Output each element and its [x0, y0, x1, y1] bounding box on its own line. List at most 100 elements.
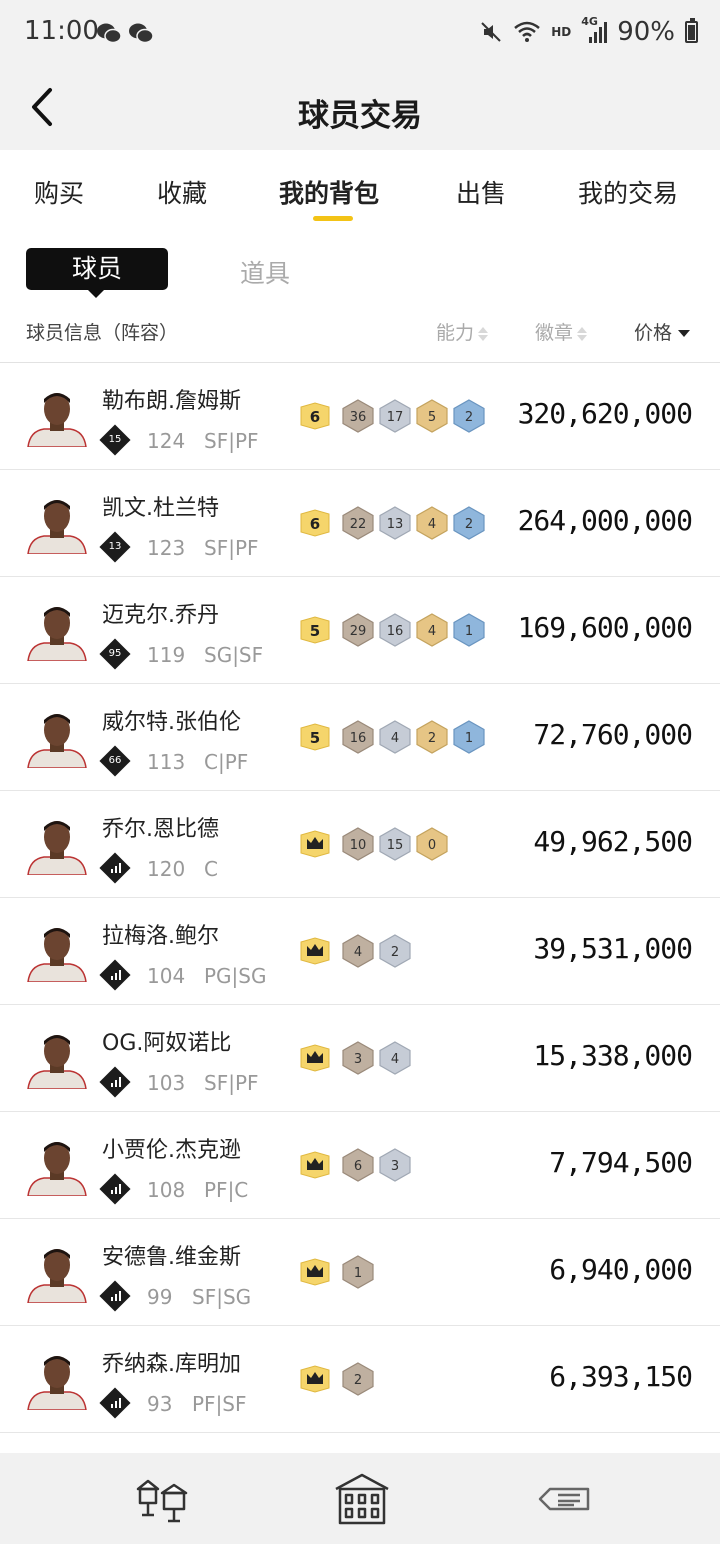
segment-items[interactable]: 道具: [190, 254, 340, 290]
svg-text:4: 4: [391, 731, 399, 746]
player-name: 勒布朗.詹姆斯: [102, 389, 241, 414]
column-badge-sort[interactable]: 徽章: [535, 318, 588, 345]
sort-icon: [478, 326, 489, 342]
player-name: 乔尔.恩比德: [102, 817, 219, 842]
player-rating: 123: [147, 536, 186, 560]
badge-count: 16: [342, 720, 374, 754]
status-bar: 11:00 HD 4G 90%: [0, 0, 720, 64]
wechat-icon: [129, 23, 154, 44]
signal-bars-icon: [111, 1077, 121, 1087]
player-position: SG|SF: [204, 643, 264, 667]
badge-count: 29: [342, 613, 374, 647]
column-badge-label: 徽章: [535, 322, 574, 344]
column-ability-sort[interactable]: 能力: [436, 318, 489, 345]
svg-text:3: 3: [391, 1159, 399, 1174]
building-icon[interactable]: [332, 1471, 392, 1527]
svg-text:17: 17: [387, 410, 404, 425]
badge-count: 4: [379, 1041, 411, 1075]
tab-my-trades[interactable]: 我的交易: [578, 174, 678, 210]
svg-text:10: 10: [350, 838, 367, 853]
player-rating: 124: [147, 429, 186, 453]
player-price: 49,962,500: [533, 825, 693, 858]
badge-count: 1: [453, 720, 485, 754]
svg-text:5: 5: [310, 729, 320, 747]
svg-text:22: 22: [350, 517, 367, 532]
svg-text:2: 2: [465, 410, 473, 425]
svg-text:4: 4: [354, 945, 362, 960]
svg-text:36: 36: [350, 410, 367, 425]
badge-count: 2: [379, 934, 411, 968]
segment-pointer: [87, 289, 105, 298]
player-position: SF|PF: [204, 1071, 259, 1095]
player-price: 72,760,000: [533, 718, 693, 751]
svg-text:6: 6: [354, 1159, 362, 1174]
svg-text:3: 3: [354, 1052, 362, 1067]
player-row[interactable]: 拉梅洛.鲍尔 104 PG|SG 4 2 39,531,000: [0, 898, 720, 1005]
crown-badge-icon: [300, 830, 330, 858]
badge-count: 36: [342, 399, 374, 433]
signal-bars-icon: [111, 970, 121, 980]
player-row[interactable]: OG.阿奴诺比 103 SF|PF 3 4 15,338,000: [0, 1005, 720, 1112]
svg-text:4: 4: [428, 517, 436, 532]
svg-text:1: 1: [354, 1266, 362, 1281]
signal-bars-icon: [111, 863, 121, 873]
player-row[interactable]: 安德鲁.维金斯 99 SF|SG 1 6,940,000: [0, 1219, 720, 1326]
player-row[interactable]: 凯文.杜兰特 13 123 SF|PF 6 22 13 4 2 264,000,000: [0, 470, 720, 577]
player-avatar: [27, 714, 87, 768]
player-rating: 93: [147, 1392, 173, 1416]
player-avatar: [27, 928, 87, 982]
badge-count: 0: [416, 827, 448, 861]
player-list: 勒布朗.詹姆斯 15 124 SF|PF 6 36 17 5 2 320,620,000 凯文.杜兰…: [0, 363, 720, 1433]
player-row[interactable]: 乔纳森.库明加 93 PF|SF 2 6,393,150: [0, 1326, 720, 1433]
level-badge: 6: [300, 509, 330, 537]
lanterns-icon[interactable]: [132, 1471, 192, 1527]
player-row[interactable]: 小贾伦.杰克逊 108 PF|C 6 3 7,794,500: [0, 1112, 720, 1219]
player-avatar: [27, 500, 87, 554]
svg-text:15: 15: [387, 838, 404, 853]
player-row[interactable]: 乔尔.恩比德 120 C 10 15 0 49,962,500: [0, 791, 720, 898]
badge-count: 15: [379, 827, 411, 861]
signpost-icon[interactable]: [534, 1471, 594, 1527]
crown-badge-icon: [300, 1044, 330, 1072]
player-rating: 104: [147, 964, 186, 988]
wifi-icon: [514, 21, 540, 42]
player-price: 6,393,150: [549, 1360, 693, 1393]
player-price: 39,531,000: [533, 932, 693, 965]
sort-icon: [577, 326, 588, 342]
tab-buy[interactable]: 购买: [34, 174, 84, 210]
wechat-icon: [97, 23, 122, 44]
active-tab-indicator: [313, 216, 353, 221]
badge-count: 1: [342, 1255, 374, 1289]
column-price-sort[interactable]: 价格: [634, 318, 691, 345]
tab-sell[interactable]: 出售: [456, 174, 506, 210]
badge-count: 6: [342, 1148, 374, 1182]
signal-bars-icon: [111, 1184, 121, 1194]
badge-count: 10: [342, 827, 374, 861]
player-rating: 113: [147, 750, 186, 774]
svg-text:2: 2: [391, 945, 399, 960]
rank-number: 95: [108, 648, 122, 659]
player-price: 6,940,000: [549, 1253, 693, 1286]
rank-number: 66: [108, 755, 122, 766]
column-ability-label: 能力: [436, 322, 475, 344]
player-position: PF|C: [204, 1178, 249, 1202]
svg-text:5: 5: [310, 622, 320, 640]
badge-count: 16: [379, 613, 411, 647]
svg-text:16: 16: [387, 624, 404, 639]
badge-count: 2: [342, 1362, 374, 1396]
column-price-label: 价格: [634, 322, 673, 344]
badge-count: 4: [342, 934, 374, 968]
player-avatar: [27, 821, 87, 875]
player-row[interactable]: 迈克尔.乔丹 95 119 SG|SF 5 29 16 4 1 169,600,000: [0, 577, 720, 684]
segment-players[interactable]: 球员: [26, 248, 168, 290]
svg-text:4: 4: [428, 624, 436, 639]
tab-favorites[interactable]: 收藏: [157, 174, 207, 210]
badge-count: 17: [379, 399, 411, 433]
crown-badge-icon: [300, 1258, 330, 1286]
player-row[interactable]: 威尔特.张伯伦 66 113 C|PF 5 16 4 2 1 72,760,000: [0, 684, 720, 791]
signal-icon: 4G: [581, 15, 608, 45]
player-row[interactable]: 勒布朗.詹姆斯 15 124 SF|PF 6 36 17 5 2 320,620,000: [0, 363, 720, 470]
player-rating: 120: [147, 857, 186, 881]
player-avatar: [27, 1356, 87, 1410]
tab-my-backpack[interactable]: 我的背包: [279, 174, 379, 210]
